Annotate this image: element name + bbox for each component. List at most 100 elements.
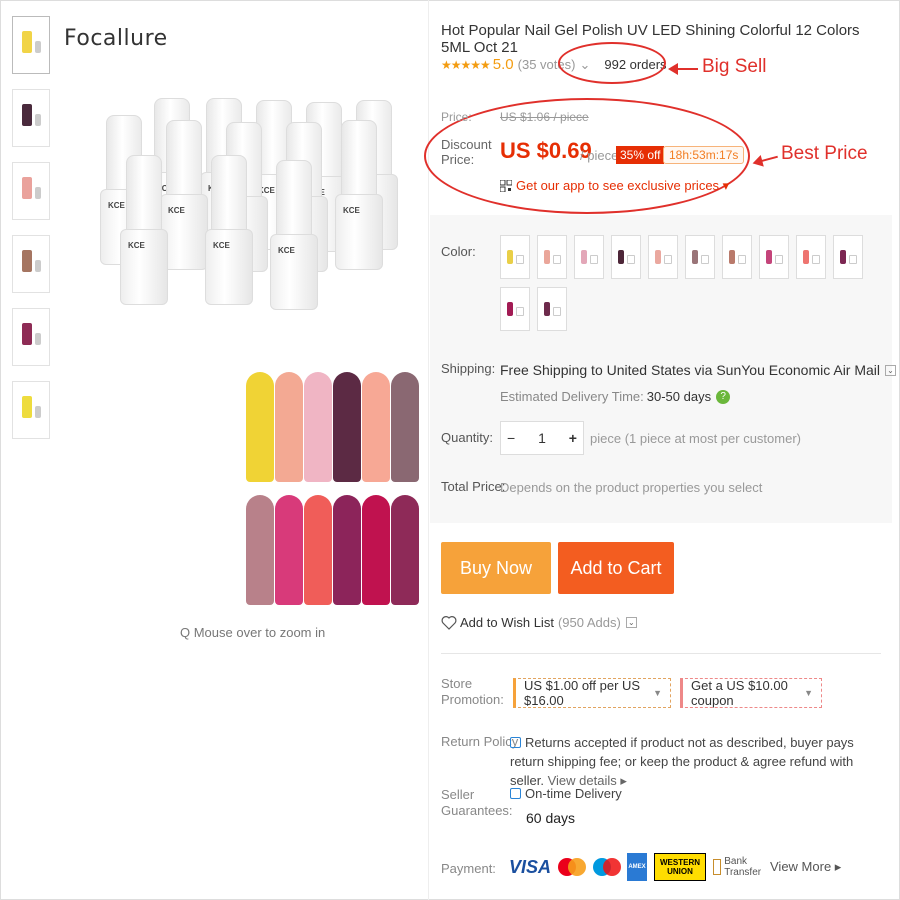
- shipping-method[interactable]: Free Shipping to United States via SunYo…: [500, 362, 897, 378]
- buy-now-button[interactable]: Buy Now: [441, 542, 551, 594]
- quantity-stepper: − 1 +: [500, 421, 584, 455]
- thumbnail-swatch: [22, 31, 32, 53]
- qr-code-icon: [500, 180, 512, 192]
- nail-color-swatch: [304, 372, 332, 482]
- maestro-icon: [592, 853, 621, 881]
- color-option[interactable]: [648, 235, 678, 279]
- color-option[interactable]: [685, 235, 715, 279]
- color-option[interactable]: [611, 235, 641, 279]
- color-option[interactable]: [796, 235, 826, 279]
- color-option[interactable]: [500, 235, 530, 279]
- color-option[interactable]: [722, 235, 752, 279]
- add-to-cart-button[interactable]: Add to Cart: [558, 542, 674, 594]
- store-coupon-1[interactable]: US $1.00 off per US $16.00 ▼: [513, 678, 671, 708]
- discount-price-label: Discount Price:: [441, 137, 492, 167]
- nail-polish-bottle: KCE: [270, 160, 318, 310]
- quantity-note: piece (1 piece at most per customer): [590, 431, 801, 446]
- thumbnail-bottle: [35, 114, 41, 126]
- quantity-input[interactable]: 1: [538, 430, 546, 446]
- coupon-2-text: Get a US $10.00 coupon: [691, 678, 788, 708]
- annotation-big-sell: Big Sell: [702, 56, 767, 77]
- thumbnail-bottle: [35, 260, 41, 272]
- delivery-estimate-value: 30-50 days: [646, 389, 712, 404]
- color-option[interactable]: [537, 287, 567, 331]
- on-time-delivery: On-time Delivery: [510, 786, 622, 801]
- app-promo-link[interactable]: Get our app to see exclusive prices ▾: [500, 178, 729, 194]
- product-thumbnail[interactable]: [12, 308, 50, 366]
- nail-color-swatch: [362, 495, 390, 605]
- visa-icon: VISA: [509, 856, 552, 877]
- product-thumbnail[interactable]: [12, 16, 50, 74]
- bank-transfer-label: Bank Transfer: [724, 856, 762, 878]
- nail-color-swatch: [246, 372, 274, 482]
- product-thumbnail[interactable]: [12, 235, 50, 293]
- nail-color-swatch: [391, 372, 419, 482]
- chevron-down-icon[interactable]: ⌄: [625, 617, 637, 628]
- color-option[interactable]: [574, 235, 604, 279]
- color-option[interactable]: [537, 235, 567, 279]
- return-policy-label: Return Policy: [441, 734, 519, 749]
- shipping-label: Shipping:: [441, 361, 496, 376]
- nail-color-swatch: [362, 372, 390, 482]
- bank-transfer-icon: Bank Transfer: [713, 853, 763, 881]
- help-icon[interactable]: ?: [716, 389, 731, 404]
- product-thumbnail[interactable]: [12, 162, 50, 220]
- western-union-icon: WESTERN UNION: [654, 853, 706, 881]
- wishlist-count: (950 Adds): [557, 615, 621, 630]
- bottle-label: KCE: [213, 241, 230, 250]
- caret-down-icon: ▼: [804, 688, 813, 698]
- total-price-label: Total Price:: [441, 479, 506, 494]
- nail-polish-bottle: KCE: [335, 120, 383, 270]
- section-divider: [441, 653, 881, 654]
- zoom-hint: Q Mouse over to zoom in: [180, 625, 326, 640]
- thumbnail-list: [12, 16, 52, 454]
- guarantee-days: 60 days: [526, 810, 576, 826]
- price-label: Price:: [441, 110, 472, 124]
- app-promo-text: Get our app to see exclusive prices ▾: [516, 178, 730, 193]
- shipping-method-text: Free Shipping to United States via SunYo…: [500, 362, 881, 378]
- store-coupon-2[interactable]: Get a US $10.00 coupon ▼: [680, 678, 822, 708]
- main-product-image[interactable]: KCEKCEKCEKCEKCEKCEKCEKCEKCEKCEKCEKCEKCE: [60, 60, 430, 620]
- coupon-1-text: US $1.00 off per US $16.00: [524, 678, 641, 708]
- product-thumbnail[interactable]: [12, 89, 50, 147]
- product-thumbnail[interactable]: [12, 381, 50, 439]
- total-price-note: Depends on the product properties you se…: [500, 480, 763, 495]
- bottle-label: KCE: [278, 246, 295, 255]
- quantity-label: Quantity:: [441, 430, 494, 445]
- quantity-decrease-button[interactable]: −: [507, 430, 515, 446]
- return-icon: [510, 737, 521, 748]
- nail-color-swatch: [275, 372, 303, 482]
- countdown-timer: 18h:53m:17s: [663, 146, 745, 164]
- add-to-wishlist[interactable]: Add to Wish List (950 Adds) ⌄: [441, 615, 637, 630]
- annotation-circle-orders: [558, 42, 666, 84]
- discount-price: US $0.69: [500, 138, 592, 163]
- caret-down-icon: ▼: [653, 688, 662, 698]
- amex-icon: AMEX: [627, 853, 647, 881]
- column-divider: [428, 0, 429, 900]
- payment-methods: VISA AMEX WESTERN UNION Bank Transfer Vi…: [509, 853, 841, 881]
- nail-color-swatch: [304, 495, 332, 605]
- thumbnail-bottle: [35, 187, 41, 199]
- quantity-increase-button[interactable]: +: [569, 430, 577, 446]
- annotation-arrow-big-sell: [668, 63, 698, 75]
- nail-polish-bottle: KCE: [120, 155, 168, 305]
- nail-color-swatch: [275, 495, 303, 605]
- nail-color-swatch: [246, 495, 274, 605]
- nail-color-swatch: [333, 495, 361, 605]
- color-option[interactable]: [759, 235, 789, 279]
- wishlist-label: Add to Wish List: [460, 615, 554, 630]
- brand-logo: Focallure: [64, 26, 168, 51]
- delivery-estimate-label: Estimated Delivery Time:: [500, 389, 644, 404]
- thumbnail-swatch: [22, 396, 32, 418]
- mastercard-icon: [557, 853, 586, 881]
- view-more-payment-link[interactable]: View More ▸: [770, 859, 841, 875]
- thumbnail-swatch: [22, 250, 32, 272]
- delivery-truck-icon: [510, 788, 521, 799]
- thumbnail-bottle: [35, 406, 41, 418]
- thumbnail-swatch: [22, 323, 32, 345]
- chevron-down-icon[interactable]: ⌄: [885, 364, 897, 376]
- star-rating-icon: ★★★★★: [441, 57, 491, 72]
- nail-color-swatch: [391, 495, 419, 605]
- color-option[interactable]: [500, 287, 530, 331]
- color-option[interactable]: [833, 235, 863, 279]
